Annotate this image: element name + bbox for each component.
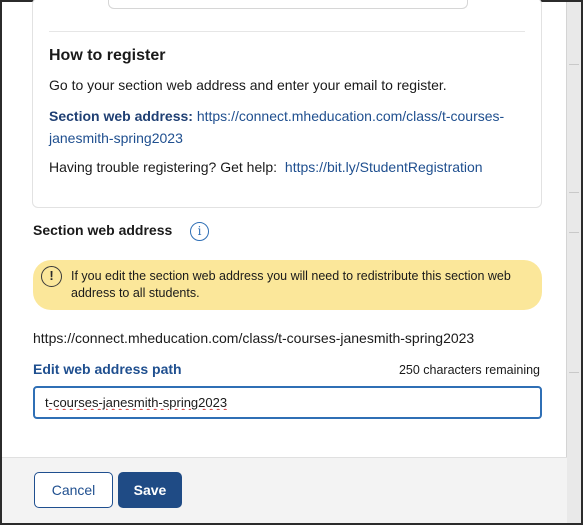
clipped-field xyxy=(108,0,468,9)
edit-path-label: Edit web address path xyxy=(33,361,182,377)
full-section-url: https://connect.mheducation.com/class/t-… xyxy=(33,330,475,346)
modal-footer: Cancel Save xyxy=(2,457,567,523)
registration-url-label: Section web address: xyxy=(49,108,193,124)
edit-section-modal: How to register Go to your section web a… xyxy=(2,0,567,523)
registration-url-block: Section web address: https://connect.mhe… xyxy=(49,105,529,149)
help-link[interactable]: https://bit.ly/StudentRegistration xyxy=(285,159,483,175)
registration-title: How to register xyxy=(49,47,166,64)
info-icon[interactable]: i xyxy=(190,222,209,241)
help-text: Having trouble registering? Get help: xyxy=(49,159,278,175)
path-input[interactable] xyxy=(33,386,542,419)
background-line xyxy=(569,192,579,193)
warning-icon: ! xyxy=(41,266,62,287)
background-line xyxy=(569,232,579,233)
card-divider xyxy=(49,31,525,32)
warning-alert: ! If you edit the section web address yo… xyxy=(33,260,542,310)
background-line xyxy=(569,64,579,65)
background-line xyxy=(569,372,579,373)
cancel-button[interactable]: Cancel xyxy=(34,472,113,508)
registration-help: Having trouble registering? Get help: ht… xyxy=(49,159,483,175)
characters-remaining: 250 characters remaining xyxy=(398,363,540,377)
registration-instructions: Go to your section web address and enter… xyxy=(49,77,447,93)
background-app xyxy=(567,2,581,523)
save-button[interactable]: Save xyxy=(118,472,182,508)
registration-card: How to register Go to your section web a… xyxy=(32,0,542,208)
section-heading: Section web address xyxy=(33,222,173,238)
alert-text: If you edit the section web address you … xyxy=(71,269,511,300)
